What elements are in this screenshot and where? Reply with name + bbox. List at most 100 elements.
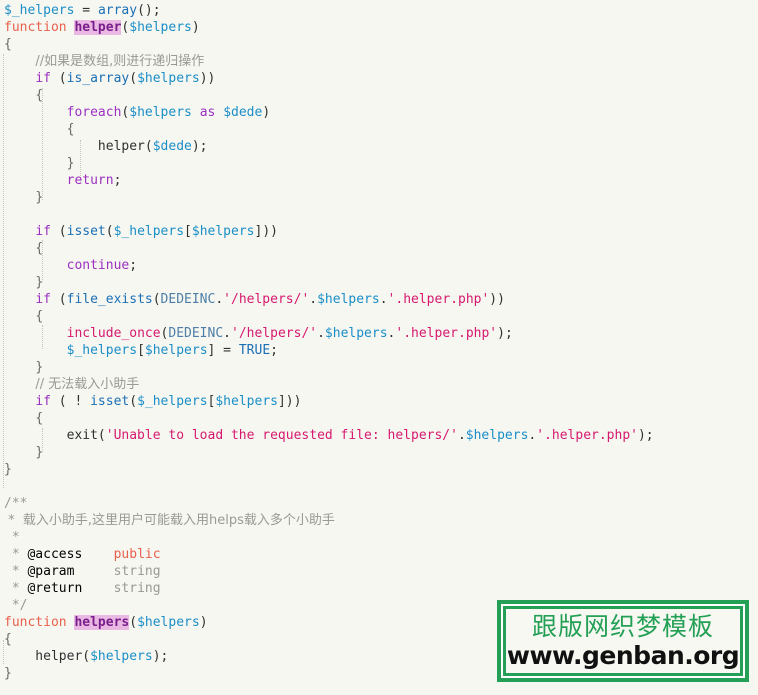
code-token: $helpers [215,394,278,409]
code-token: helper [74,20,122,35]
code-line[interactable]: /** [0,495,758,512]
code-line[interactable] [0,478,758,495]
code-token: ; [129,258,138,273]
code-token: ( [152,292,161,307]
code-token: ])) [254,224,278,239]
code-token: . [215,292,224,307]
code-line[interactable]: } [0,274,758,291]
code-line[interactable]: $_helpers = array(); [0,2,758,19]
code-line[interactable]: if ( ! isset($_helpers[$helpers])) [0,393,758,410]
code-token: ); [497,326,513,341]
code-token: helpers [74,615,130,630]
code-token: = [74,3,98,18]
code-line[interactable]: //如果是数组,则进行递归操作 [0,53,758,70]
code-content[interactable]: $_helpers = array(); function helper($hel… [0,2,758,682]
code-line[interactable]: continue; [0,257,758,274]
code-line[interactable]: { [0,308,758,325]
code-line[interactable]: * [0,529,758,546]
code-line[interactable]: { [0,87,758,104]
code-token: /** [4,496,28,511]
code-token: { [35,88,44,103]
code-token: is_array [66,71,130,86]
code-token: { [4,37,12,52]
code-token: '.helper.php' [536,428,638,443]
code-token: ) [199,615,208,630]
code-token: $_helpers [113,224,185,239]
code-line[interactable]: * @return string [0,580,758,597]
code-token: if [35,224,51,239]
code-line[interactable]: function helper($helpers) [0,19,758,36]
code-token: $helpers [191,224,255,239]
code-line[interactable]: { [0,240,758,257]
code-token: } [35,190,44,205]
code-token: include_once [66,326,161,341]
code-line[interactable]: } [0,189,758,206]
code-line[interactable]: if (is_array($helpers)) [0,70,758,87]
code-token: string [113,581,161,596]
code-line[interactable]: // 无法载入小助手 [0,376,758,393]
code-token: $helpers [137,615,200,630]
code-token: ) [191,20,200,35]
code-line[interactable]: $_helpers[$helpers] = TRUE; [0,342,758,359]
code-token: if [35,292,51,307]
code-token: file_exists [66,292,153,307]
code-token: '/helpers/' [223,292,310,307]
code-line[interactable]: * 载入小助手,这里用户可能载入用helps载入多个小助手 [0,512,758,529]
code-token: )) [199,71,216,86]
code-line[interactable]: if (isset($_helpers[$helpers])) [0,223,758,240]
watermark-chinese-text: 跟版网织梦模板 [531,612,714,641]
code-token: ( [129,615,138,630]
code-token: $_helpers [137,394,208,409]
code-token: } [35,275,44,290]
code-token: $helpers [144,343,208,358]
code-line[interactable]: * @param string [0,563,758,580]
code-token: ( [129,71,138,86]
code-token: $helpers [129,105,192,120]
code-token: helper( [4,649,91,664]
code-line[interactable]: exit('Unable to load the requested file:… [0,427,758,444]
code-token: } [4,462,12,477]
code-token: $_helpers [66,343,138,358]
code-line[interactable]: if (file_exists(DEDEINC.'/helpers/'.$hel… [0,291,758,308]
code-line[interactable]: } [0,461,758,478]
code-token: public [113,547,161,562]
watermark-overlay: 跟版网织梦模板 www.genban.org [497,600,749,682]
code-line[interactable]: foreach($helpers as $dede) [0,104,758,121]
code-line[interactable]: { [0,121,758,138]
code-token: } [35,445,44,460]
code-token: array [97,3,138,18]
code-token: $helpers [465,428,529,443]
code-line[interactable] [0,206,758,223]
code-token: return [66,173,114,188]
code-line[interactable]: helper($dede); [0,138,758,155]
code-token: $helpers [317,292,380,307]
code-token: @param [27,564,75,579]
code-line[interactable]: { [0,36,758,53]
code-line[interactable]: * @access public [0,546,758,563]
code-line[interactable]: } [0,155,758,172]
code-token: { [35,411,44,426]
code-token: } [4,666,12,681]
code-line[interactable]: include_once(DEDEINC.'/helpers/'.$helper… [0,325,758,342]
code-line[interactable]: { [0,410,758,427]
code-token: (); [137,3,161,18]
code-line[interactable]: return; [0,172,758,189]
code-token: DEDEINC [160,292,216,307]
code-line[interactable]: } [0,359,758,376]
code-token: helper( [97,139,153,154]
code-line[interactable]: } [0,444,758,461]
code-token: { [4,632,12,647]
